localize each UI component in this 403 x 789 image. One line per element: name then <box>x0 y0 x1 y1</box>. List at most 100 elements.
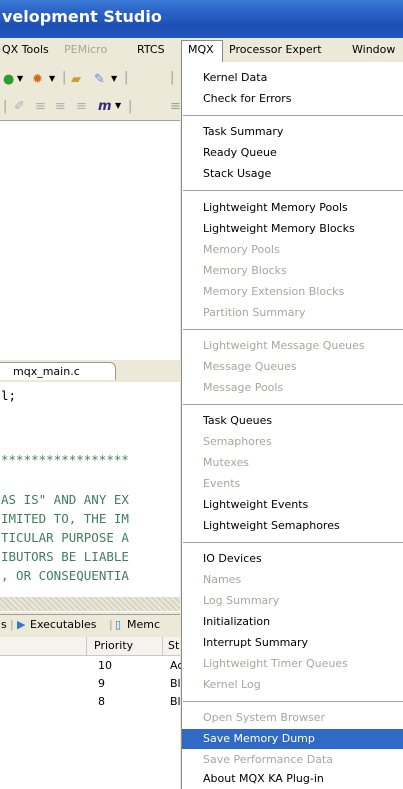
menu-item-label: Task Summary <box>203 125 284 138</box>
menu-window[interactable]: Window <box>352 43 395 56</box>
toolbar-divider: | <box>3 99 8 114</box>
menu-item-lw-memory-pools[interactable]: Lightweight Memory Pools <box>182 198 403 218</box>
menu-item-memory-pools: Memory Pools <box>182 240 403 260</box>
menu-item-label: Kernel Log <box>203 678 261 691</box>
toolbar-divider: | <box>124 70 129 85</box>
search-next-icon[interactable]: ✐ <box>14 99 25 114</box>
menu-item-io-devices[interactable]: IO Devices <box>182 549 403 569</box>
menu-separator <box>183 701 403 703</box>
menu-item-label: Lightweight Memory Pools <box>203 201 348 214</box>
menu-item-check-for-errors[interactable]: Check for Errors <box>182 89 403 109</box>
code-editor[interactable]: l; ***************** AS IS" AND ANY EX I… <box>0 382 180 612</box>
menu-item-label: Events <box>203 477 241 490</box>
menu-item-lw-semaphores[interactable]: Lightweight Semaphores <box>182 516 403 536</box>
menu-item-open-system-browser: Open System Browser <box>182 708 403 728</box>
debug-icon[interactable]: ✹ <box>32 72 43 87</box>
menu-item-initialization[interactable]: Initialization <box>182 612 403 632</box>
editor-area[interactable] <box>0 120 180 361</box>
menu-item-task-queues[interactable]: Task Queues <box>182 411 403 431</box>
menu-item-label: Memory Blocks <box>203 264 287 277</box>
code-line: , OR CONSEQUENTIA <box>1 568 129 583</box>
tab-executables[interactable]: Executables <box>30 618 97 631</box>
menu-item-label: Semaphores <box>203 435 272 448</box>
menu-item-lw-memory-blocks[interactable]: Lightweight Memory Blocks <box>182 219 403 239</box>
bookmark-icon[interactable]: ≡ <box>35 99 46 114</box>
menu-item-label: Save Memory Dump <box>203 732 315 745</box>
menu-processor-expert[interactable]: Processor Expert <box>229 43 322 56</box>
menu-separator <box>183 329 403 331</box>
tab-label: mqx_main.c <box>13 365 80 378</box>
code-line: l; <box>1 388 17 403</box>
menu-pemicro[interactable]: PEMicro <box>64 43 107 56</box>
tab-partial[interactable]: s <box>1 618 7 631</box>
task-state: Bl <box>170 695 181 708</box>
menu-item-label: Stack Usage <box>203 167 272 180</box>
open-folder-icon[interactable]: ▰ <box>71 72 81 87</box>
mqx-dropdown-menu: Kernel Data Check for Errors Task Summar… <box>181 62 403 789</box>
menu-item-label: Lightweight Semaphores <box>203 519 340 532</box>
executables-icon: ▶ <box>17 618 26 631</box>
macro-icon[interactable]: m <box>98 99 112 114</box>
menu-item-label: IO Devices <box>203 552 262 565</box>
menu-item-lw-events[interactable]: Lightweight Events <box>182 495 403 515</box>
toolbar-icon[interactable]: ≡ <box>170 99 181 114</box>
menu-item-stack-usage[interactable]: Stack Usage <box>182 164 403 184</box>
menu-item-kernel-data[interactable]: Kernel Data <box>182 68 403 88</box>
menu-item-message-queues: Message Queues <box>182 357 403 377</box>
marker-icon[interactable]: ≡ <box>76 99 87 114</box>
menu-item-label: Open System Browser <box>203 711 325 724</box>
menu-mqx-label[interactable]: MQX <box>188 43 214 56</box>
menu-item-label: Mutexes <box>203 456 250 469</box>
menu-rtcs[interactable]: RTCS <box>137 43 165 56</box>
tab-memory[interactable]: Memc <box>127 618 160 631</box>
window-title: velopment Studio <box>2 7 162 26</box>
menu-item-log-summary: Log Summary <box>182 591 403 611</box>
menu-item-task-summary[interactable]: Task Summary <box>182 122 403 142</box>
menu-item-label: Save Performance Data <box>203 753 333 766</box>
task-priority: 8 <box>98 695 105 708</box>
menu-item-label: Partition Summary <box>203 306 306 319</box>
menu-item-save-memory-dump[interactable]: Save Memory Dump <box>182 729 403 749</box>
code-line: ***************** <box>1 452 129 467</box>
column-divider[interactable] <box>86 637 87 655</box>
menu-item-label: Lightweight Memory Blocks <box>203 222 355 235</box>
chevron-down-icon[interactable]: ▼ <box>49 74 55 83</box>
menu-item-about-plugin[interactable]: About MQX KA Plug-in <box>182 769 403 789</box>
menu-item-label: Interrupt Summary <box>203 636 309 649</box>
tab-mqx-main[interactable]: mqx_main.c <box>0 362 116 380</box>
menu-item-label: Lightweight Message Queues <box>203 339 365 352</box>
menu-mqx-tools[interactable]: QX Tools <box>2 43 49 56</box>
code-line: IMITED TO, THE IM <box>1 511 129 526</box>
chevron-down-icon[interactable]: ▼ <box>111 74 117 83</box>
menu-item-semaphores: Semaphores <box>182 432 403 452</box>
code-line: AS IS" AND ANY EX <box>1 492 129 507</box>
menu-item-label: Kernel Data <box>203 71 268 84</box>
table-header: Priority St <box>0 637 180 656</box>
task-state: Bl <box>170 677 181 690</box>
menu-item-label: Message Pools <box>203 381 284 394</box>
code-line: TICULAR PURPOSE A <box>1 530 129 545</box>
main-toolbar: ● ▼ ✹ ▼ | ▰ ✎ ▼ | | <box>0 63 180 96</box>
menu-mqx-open[interactable]: MQX <box>181 40 223 62</box>
menu-separator <box>183 115 403 117</box>
chevron-down-icon[interactable]: ▼ <box>17 74 23 83</box>
menu-item-label: Memory Extension Blocks <box>203 285 345 298</box>
chevron-down-icon[interactable]: ▼ <box>115 101 121 110</box>
horizontal-scrollbar[interactable] <box>0 597 180 611</box>
menu-item-ready-queue[interactable]: Ready Queue <box>182 143 403 163</box>
run-icon[interactable]: ● <box>3 72 14 87</box>
wand-icon[interactable]: ✎ <box>94 72 105 87</box>
menu-item-interrupt-summary[interactable]: Interrupt Summary <box>182 633 403 653</box>
menu-item-save-performance-data: Save Performance Data <box>182 750 403 770</box>
menu-item-label: Lightweight Events <box>203 498 309 511</box>
menu-item-kernel-log: Kernel Log <box>182 675 403 695</box>
toolbar-divider: | <box>170 70 175 85</box>
title-bar: velopment Studio <box>0 0 403 38</box>
column-divider[interactable] <box>162 637 163 655</box>
menu-item-label: Memory Pools <box>203 243 280 256</box>
column-priority[interactable]: Priority <box>94 639 133 652</box>
task-table: Priority St 10 Ac 9 Bl 8 Bl <box>0 637 183 789</box>
annotation-icon[interactable]: ≡ <box>55 99 66 114</box>
column-state[interactable]: St <box>168 639 179 652</box>
menu-item-label: Lightweight Timer Queues <box>203 657 348 670</box>
